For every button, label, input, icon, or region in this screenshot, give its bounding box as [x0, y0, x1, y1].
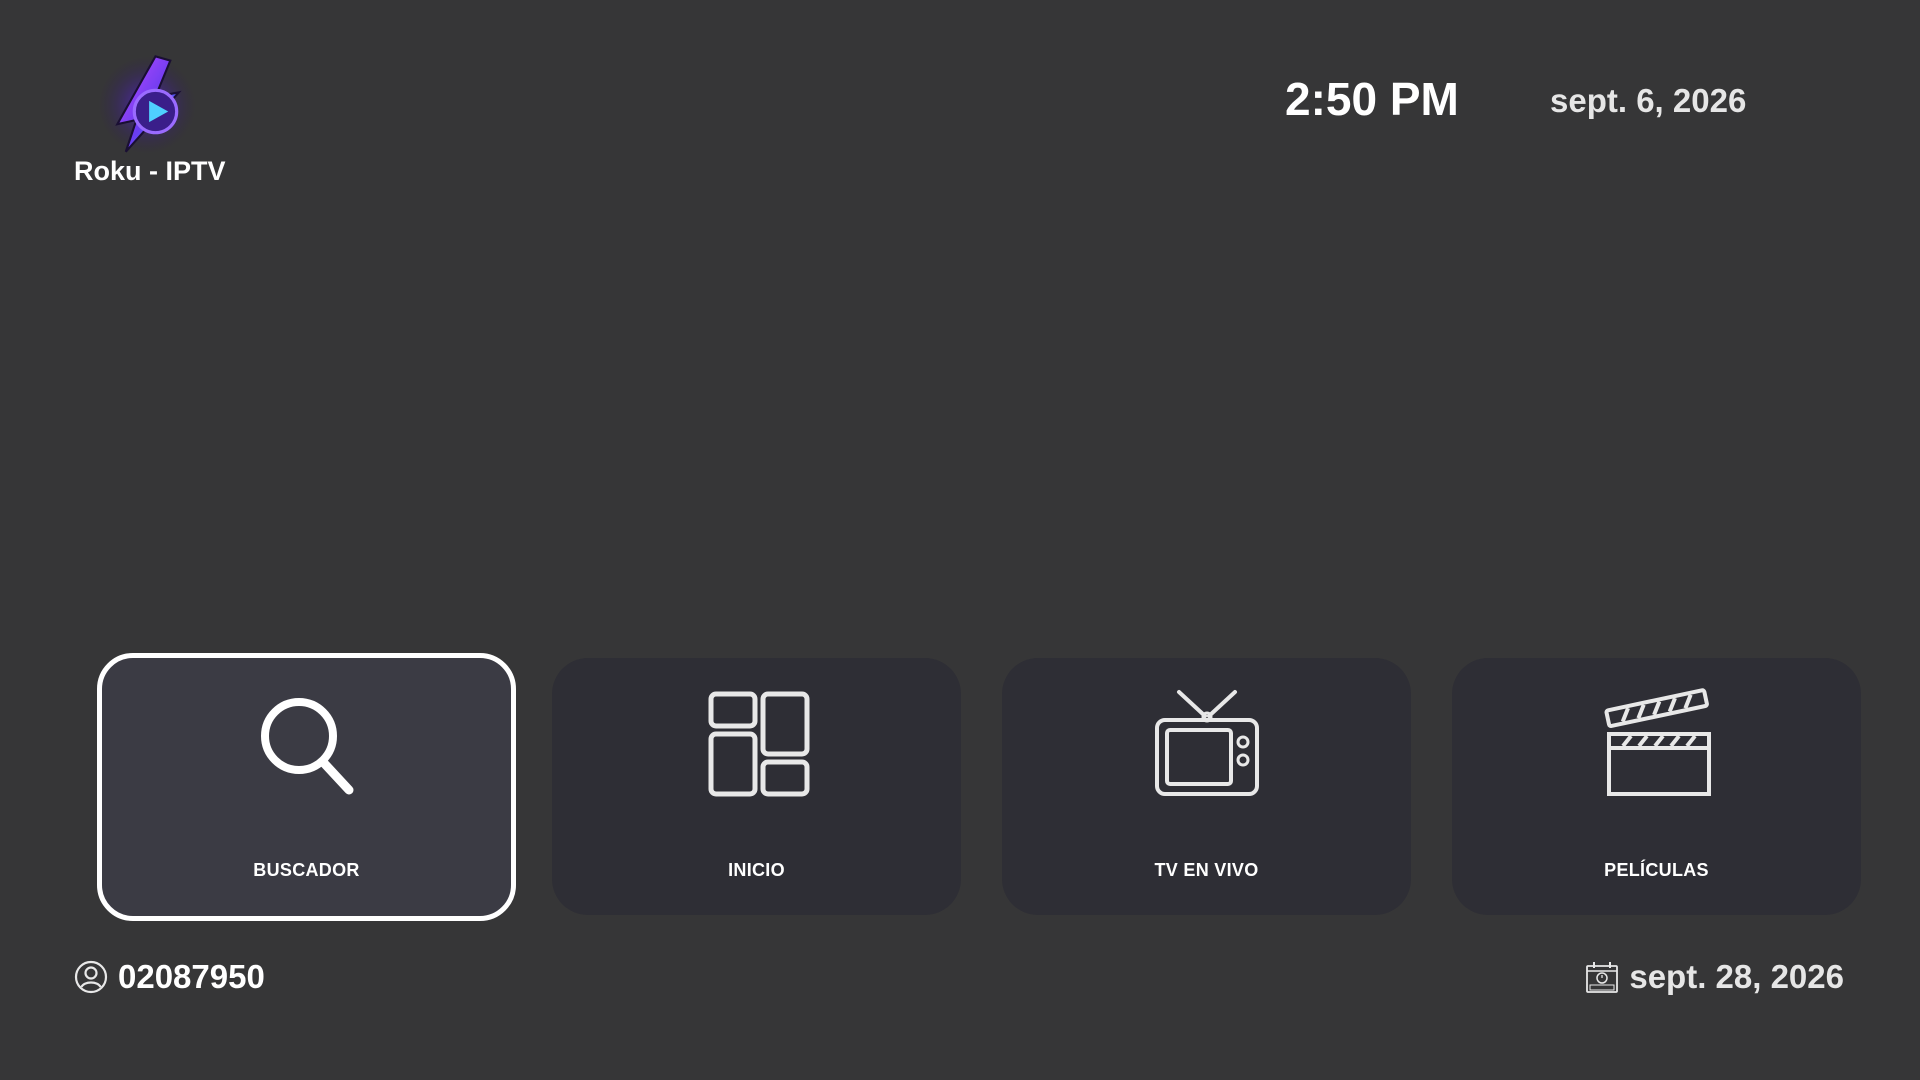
- account-info: 02087950: [74, 958, 265, 996]
- menu-tile-label: BUSCADOR: [253, 860, 360, 880]
- menu-tile-label: PELÍCULAS: [1604, 860, 1709, 880]
- expired-calendar-icon: [1586, 962, 1619, 993]
- app-brand: Roku - IPTV: [74, 50, 226, 187]
- account-id: 02087950: [118, 958, 265, 995]
- clock: 2:50 PM: [1285, 73, 1459, 125]
- menu-tile-buscador[interactable]: BUSCADOR: [97, 653, 516, 921]
- app-name: Roku - IPTV: [74, 156, 226, 186]
- menu-tile-label: INICIO: [728, 860, 785, 880]
- expiry-date: sept. 28, 2026: [1629, 958, 1844, 995]
- current-date: sept. 6, 2026: [1550, 82, 1747, 119]
- home-screen: Roku - IPTV 2:50 PM sept. 6, 2026 BUSCAD…: [0, 0, 1920, 1080]
- clapperboard-icon: [1604, 688, 1711, 796]
- tv-icon: [1154, 690, 1259, 796]
- search-icon: [260, 698, 353, 795]
- menu-tile-peliculas[interactable]: PELÍCULAS: [1452, 658, 1861, 915]
- expiry-info: sept. 28, 2026: [1585, 958, 1844, 996]
- lightning-play-logo: [98, 55, 196, 154]
- menu-tile-tv-en-vivo[interactable]: TV EN VIVO: [1002, 658, 1411, 915]
- user-circle-icon: [74, 960, 108, 994]
- dashboard-grid-icon: [708, 691, 809, 797]
- menu-tile-label: TV EN VIVO: [1154, 860, 1259, 880]
- menu-tile-inicio[interactable]: INICIO: [552, 658, 961, 915]
